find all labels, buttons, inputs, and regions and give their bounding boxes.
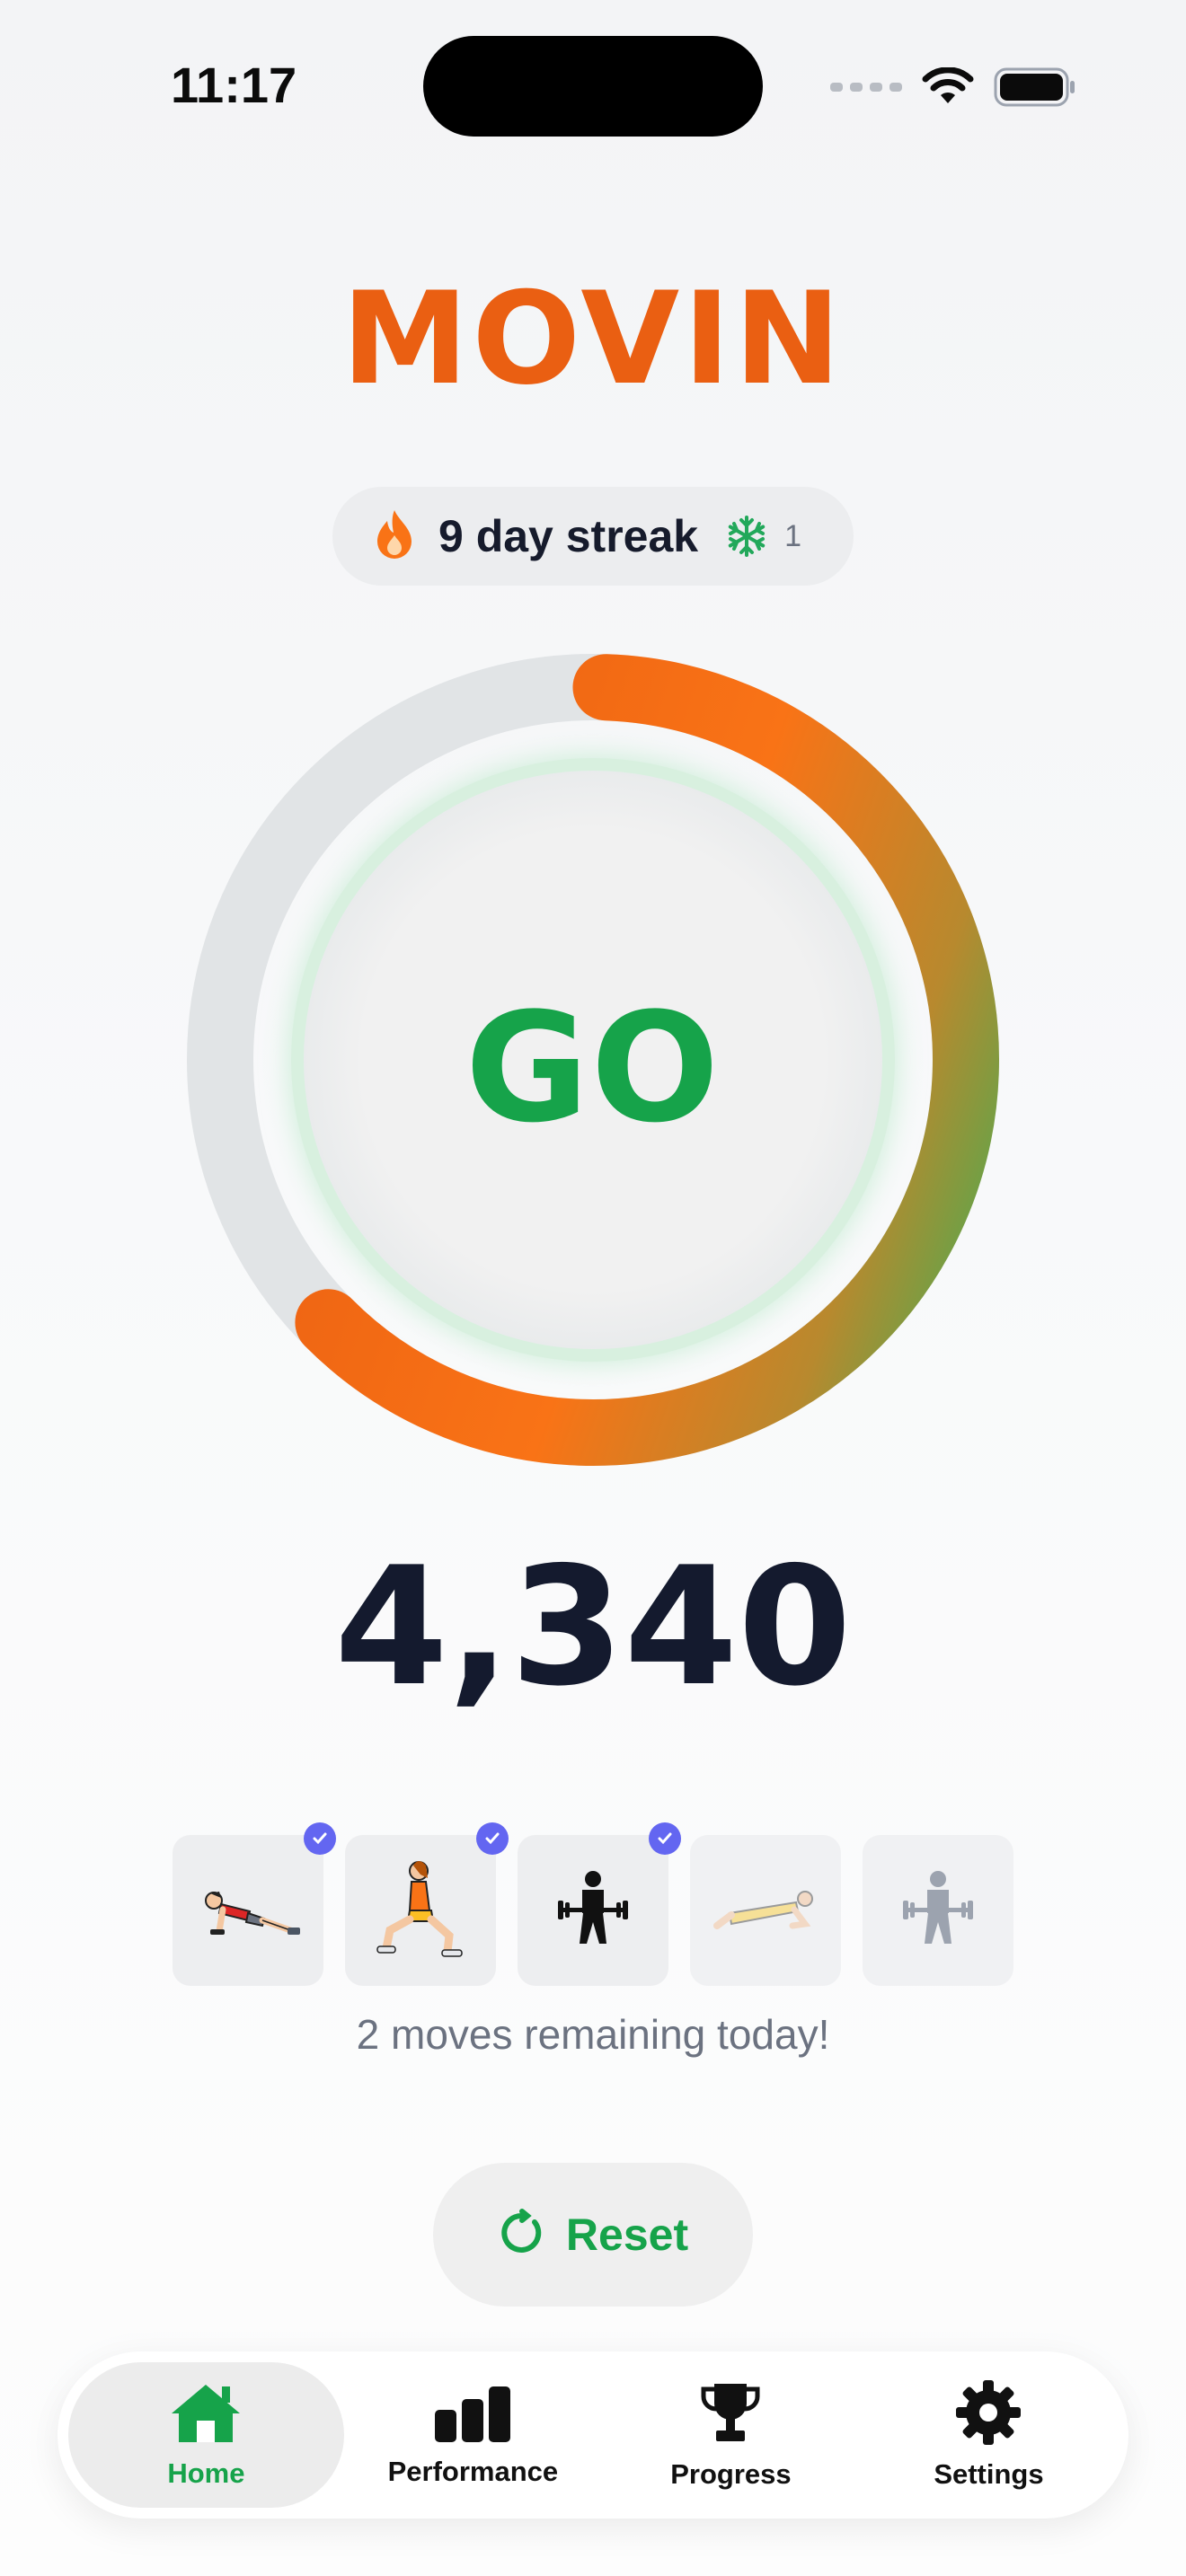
tab-label: Performance [387,2455,559,2487]
cellular-signal-icon [830,83,902,92]
freeze-count: 1 [784,518,802,553]
refresh-icon [498,2208,546,2262]
gear-icon [956,2379,1022,2449]
tab-home[interactable]: Home [68,2362,344,2508]
plank-icon [712,1877,819,1945]
check-badge-icon [304,1822,336,1855]
tab-label: Home [167,2457,245,2489]
status-time: 11:17 [171,57,297,113]
streak-pill[interactable]: 9 day streak 1 [332,487,854,586]
dynamic-island [423,36,763,137]
app-logo: MOVIN [341,265,845,413]
exercise-tile-deadlift-2[interactable] [863,1835,1013,1986]
wifi-icon [922,67,974,107]
go-label[interactable]: GO [184,992,1002,1143]
moves-remaining-text: 2 moves remaining today! [356,2011,830,2058]
tab-performance[interactable]: Performance [344,2362,602,2508]
bar-chart-icon [433,2383,512,2447]
pushup-icon [194,1868,302,1954]
tab-bar: Home Performance Progress Settings [58,2351,1128,2519]
streak-label: 9 day streak [438,511,699,561]
home-icon [170,2381,242,2448]
check-badge-icon [649,1822,681,1855]
snowflake-icon [725,515,768,558]
move-count: 4,340 [334,1531,852,1722]
reset-label: Reset [565,2210,689,2260]
deadlift-icon [898,1868,978,1954]
battery-icon [994,66,1076,108]
trophy-icon [698,2380,763,2449]
reset-button[interactable]: Reset [433,2163,753,2307]
flame-icon [374,508,415,565]
progress-ring[interactable]: GO [184,651,1002,1469]
exercise-tile-pushup[interactable] [173,1822,336,1986]
exercise-tile-lunge[interactable] [345,1822,509,1986]
status-indicators [830,63,1076,111]
deadlift-icon [553,1868,633,1954]
lunge-icon [367,1855,474,1967]
check-badge-icon [476,1822,509,1855]
exercise-tile-deadlift[interactable] [518,1822,681,1986]
tab-label: Settings [934,2457,1044,2490]
exercise-tile-plank[interactable] [690,1835,841,1986]
tab-settings[interactable]: Settings [860,2362,1118,2508]
tab-label: Progress [670,2457,792,2490]
tab-progress[interactable]: Progress [602,2362,860,2508]
exercise-tiles [173,1822,1013,1986]
